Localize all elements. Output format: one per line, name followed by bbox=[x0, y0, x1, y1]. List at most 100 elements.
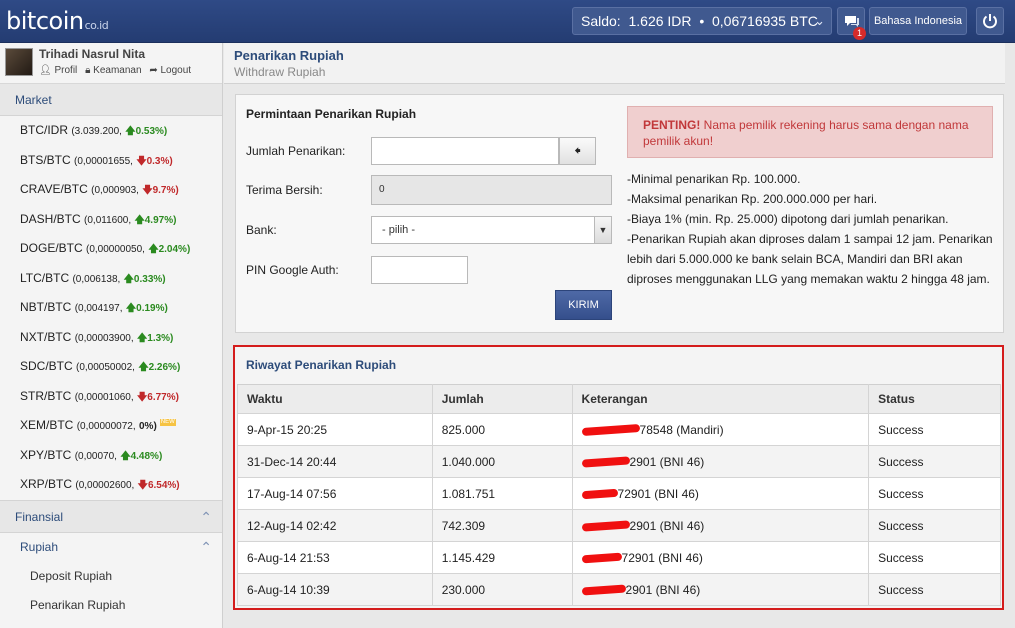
market-item[interactable]: SDC/BTC (0,00050002, 🡅2.26%) bbox=[0, 352, 222, 382]
cell-status: Success bbox=[868, 477, 1001, 510]
sidebar: Trihadi Nasrul Nita 👤︎ Profil 🔒︎ Keamana… bbox=[0, 43, 223, 628]
table-row: 9-Apr-15 20:25 825.000 78548 (Mandiri) Succ… bbox=[237, 413, 1001, 446]
market-change: 🡇6.54%) bbox=[138, 480, 180, 491]
market-price: (0,00050002, bbox=[76, 362, 135, 373]
market-item[interactable]: BTC/IDR (3.039.200, 🡅0.53%) bbox=[0, 116, 222, 146]
profil-link[interactable]: 👤︎ Profil bbox=[39, 65, 77, 76]
chevron-up-icon: ⌃ bbox=[200, 538, 212, 555]
new-badge: NEW bbox=[159, 419, 176, 426]
terima-bersih-field: 0 bbox=[371, 175, 612, 205]
market-change-value: 0%) bbox=[138, 421, 157, 432]
redaction-mark bbox=[581, 424, 640, 437]
market-item[interactable]: BTS/BTC (0,00001655, 🡇0.3%) bbox=[0, 146, 222, 176]
penarikan-rupiah-link[interactable]: Penarikan Rupiah bbox=[0, 591, 222, 620]
page-title: Penarikan Rupiah bbox=[234, 48, 344, 63]
redaction-mark bbox=[581, 456, 630, 468]
deposit-rupiah-link[interactable]: Deposit Rupiah bbox=[0, 562, 222, 591]
cell-keterangan: 2901 (BNI 46) bbox=[571, 445, 870, 478]
market-item[interactable]: XEM/BTC (0,00000072, 0%) NEW bbox=[0, 411, 222, 441]
cell-status: Success bbox=[868, 445, 1001, 478]
col-status: Status bbox=[868, 384, 1001, 414]
cell-waktu: 9-Apr-15 20:25 bbox=[237, 413, 433, 446]
market-price: (0,011600, bbox=[84, 214, 132, 226]
arrow-up-icon: 🡅 bbox=[125, 126, 136, 137]
arrow-up-icon: 🡅 bbox=[120, 450, 131, 462]
language-button[interactable]: Bahasa Indonesia bbox=[869, 7, 967, 35]
cell-status: Success bbox=[868, 541, 1001, 574]
market-change: 0%) bbox=[139, 421, 157, 432]
keamanan-label: Keamanan bbox=[93, 65, 142, 76]
logout-link[interactable]: ➦ Logout bbox=[149, 65, 191, 76]
redaction-mark bbox=[581, 489, 618, 500]
market-item[interactable]: NXT/BTC (0,00003900, 🡅1.3%) bbox=[0, 323, 222, 353]
keamanan-link[interactable]: 🔒︎ Keamanan bbox=[85, 65, 141, 76]
market-pair: STR/BTC bbox=[20, 388, 72, 403]
arrow-up-icon: 🡅 bbox=[138, 362, 149, 373]
cell-jumlah: 1.081.751 bbox=[431, 477, 573, 510]
notification-badge: 1 bbox=[853, 27, 866, 40]
power-icon bbox=[983, 14, 997, 29]
avatar[interactable] bbox=[5, 48, 33, 76]
cell-waktu: 31-Dec-14 20:44 bbox=[237, 445, 433, 478]
fill-amount-button[interactable]: 🠸 bbox=[559, 137, 596, 165]
share-arrow-icon: ➦ bbox=[149, 65, 158, 76]
market-item[interactable]: DASH/BTC (0,011600, 🡅4.97%) bbox=[0, 205, 222, 235]
market-item[interactable]: STR/BTC (0,00001060, 🡇6.77%) bbox=[0, 382, 222, 412]
market-change: 🡅1.3%) bbox=[137, 333, 173, 344]
market-price: (0,006138, bbox=[72, 273, 121, 285]
bitcoin-co-id-logo[interactable]: bitcoinco.id bbox=[6, 6, 109, 41]
redaction-mark bbox=[581, 520, 630, 532]
cell-status: Success bbox=[868, 573, 1001, 606]
market-pair: XRP/BTC bbox=[20, 477, 73, 491]
rupiah-menu[interactable]: Rupiah ⌃ bbox=[0, 533, 222, 562]
user-name[interactable]: Trihadi Nasrul Nita bbox=[39, 47, 145, 61]
market-item[interactable]: DOGE/BTC (0,00000050, 🡅2.04%) bbox=[0, 234, 222, 264]
history-body: 9-Apr-15 20:25 825.000 78548 (Mandiri) Succ… bbox=[237, 413, 1001, 606]
chevron-down-icon: ▼ bbox=[594, 217, 611, 243]
account-info: 2901 (BNI 46) bbox=[629, 454, 705, 469]
info-line: -Minimal penarikan Rp. 100.000. bbox=[627, 172, 801, 186]
market-item[interactable]: XPY/BTC (0,00070, 🡅4.48%) bbox=[0, 441, 222, 471]
market-change: 🡅0.53%) bbox=[125, 126, 167, 137]
finansial-section-header[interactable]: Finansial ⌃ bbox=[0, 499, 222, 533]
table-row: 31-Dec-14 20:44 1.040.000 2901 (BNI 46) Suc… bbox=[237, 445, 1001, 478]
arrow-up-icon: 🡅 bbox=[125, 303, 137, 314]
kirim-button[interactable]: KIRIM bbox=[555, 290, 612, 320]
jumlah-input[interactable] bbox=[371, 137, 559, 165]
pin-input[interactable] bbox=[371, 256, 468, 284]
market-change: 🡅4.97%) bbox=[134, 215, 176, 226]
market-change: 🡅0.33%) bbox=[124, 274, 166, 285]
arrow-down-icon: 🡇 bbox=[142, 185, 153, 196]
chat-button[interactable]: 1 bbox=[837, 7, 866, 40]
market-price: (0,00001060, bbox=[74, 391, 134, 403]
info-notes: -Minimal penarikan Rp. 100.000. -Maksima… bbox=[627, 169, 993, 289]
profil-label: Profil bbox=[54, 65, 78, 76]
cell-keterangan: 72901 (BNI 46) bbox=[571, 541, 870, 574]
account-info: 72901 (BNI 46) bbox=[617, 486, 699, 501]
market-change: 🡇9.7%) bbox=[142, 185, 178, 196]
market-item[interactable]: NBT/BTC (0,004197, 🡅0.19%) bbox=[0, 293, 222, 323]
alert-strong: PENTING! bbox=[643, 118, 701, 132]
withdraw-history-panel: Riwayat Penarikan Rupiah Waktu Jumlah Ke… bbox=[233, 345, 1004, 610]
market-change-value: 2.04%) bbox=[158, 244, 191, 255]
main-content: Penarikan Rupiah Withdraw Rupiah Permint… bbox=[224, 43, 1015, 628]
market-change-value: 4.97%) bbox=[144, 214, 177, 226]
market-item[interactable]: XRP/BTC (0,00002600, 🡇6.54%) bbox=[0, 470, 222, 500]
bank-select[interactable]: - pilih - ▼ bbox=[371, 216, 612, 244]
market-price: (0,00001655, bbox=[74, 155, 133, 167]
col-keterangan: Keterangan bbox=[571, 384, 870, 414]
form-title: Permintaan Penarikan Rupiah bbox=[246, 107, 417, 121]
market-pair: LTC/BTC bbox=[20, 270, 70, 285]
balance-label: Saldo: bbox=[581, 13, 621, 29]
logo-domain: co.id bbox=[84, 19, 109, 32]
logout-power-button[interactable] bbox=[976, 7, 1004, 35]
market-item[interactable]: LTC/BTC (0,006138, 🡅0.33%) bbox=[0, 264, 222, 294]
market-change: 🡇0.3%) bbox=[136, 156, 172, 167]
balance-dropdown[interactable]: Saldo: 1.626 IDR • 0,06716935 BTC ⌄ bbox=[572, 7, 832, 35]
cell-waktu: 6-Aug-14 10:39 bbox=[237, 573, 433, 606]
market-item[interactable]: CRAVE/BTC (0,000903, 🡇9.7%) bbox=[0, 175, 222, 205]
cell-waktu: 6-Aug-14 21:53 bbox=[237, 541, 433, 574]
cell-waktu: 17-Aug-14 07:56 bbox=[237, 477, 433, 510]
balance-btc: 0,06716935 BTC bbox=[712, 13, 818, 29]
market-change-value: 0.19%) bbox=[136, 303, 168, 314]
